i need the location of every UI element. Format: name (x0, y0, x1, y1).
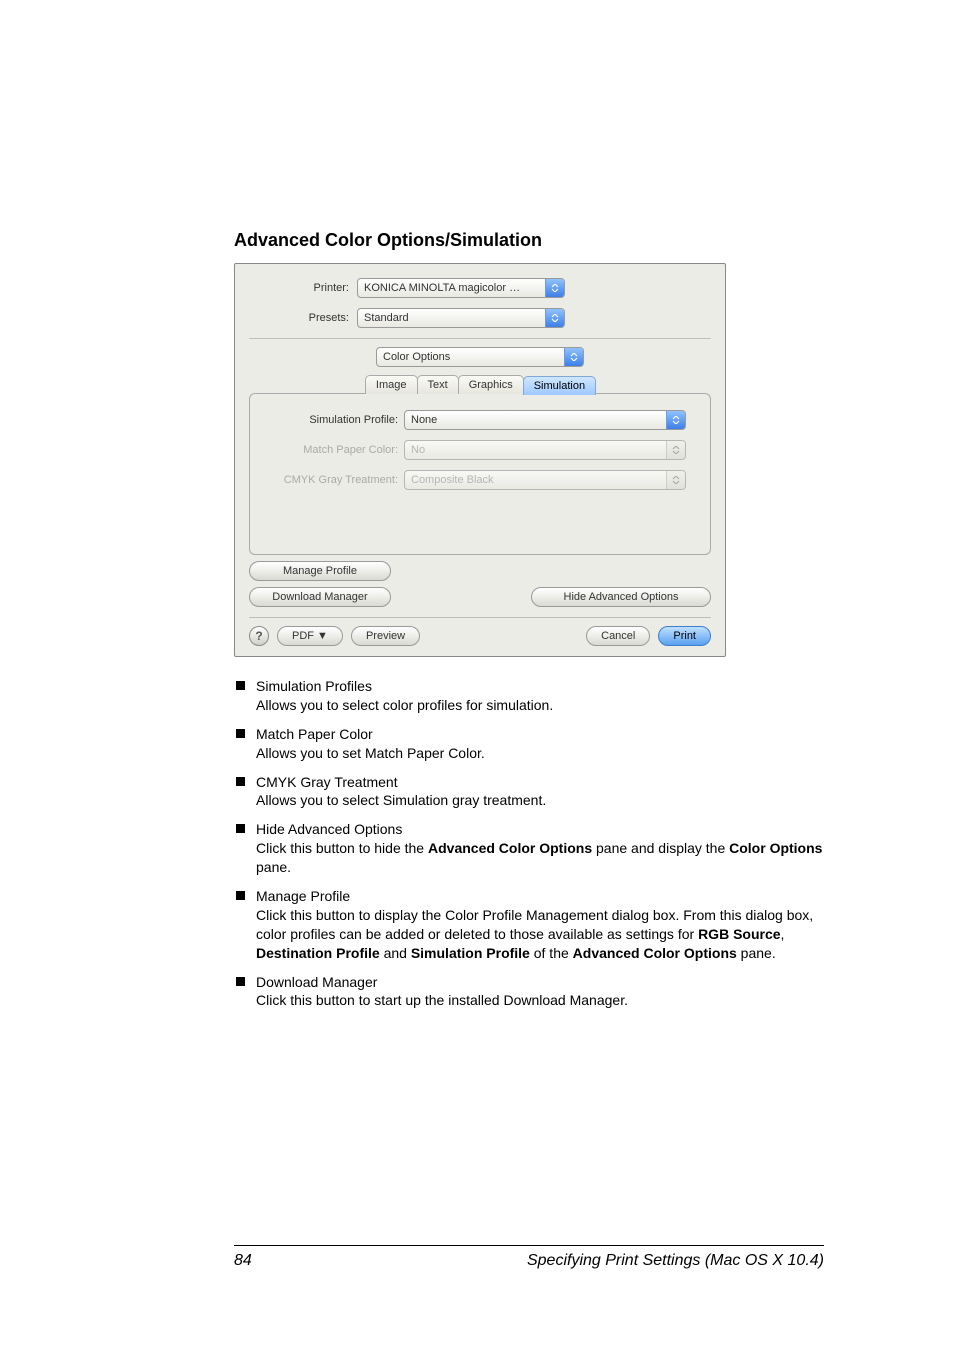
sim-profile-label: Simulation Profile: (274, 414, 404, 426)
manage-profile-button[interactable]: Manage Profile (249, 561, 391, 581)
divider (249, 617, 711, 618)
divider (249, 338, 711, 339)
chevron-updown-icon (545, 279, 564, 297)
bullet-title: Manage Profile (256, 887, 824, 906)
bullet-desc: Allows you to select color profiles for … (256, 696, 824, 715)
bullet-title: CMYK Gray Treatment (256, 773, 824, 792)
list-item: Simulation Profiles Allows you to select… (234, 677, 824, 715)
match-paper-select: No (404, 440, 686, 460)
footer-text: Specifying Print Settings (Mac OS X 10.4… (527, 1252, 824, 1270)
bullet-desc: Click this button to hide the Advanced C… (256, 839, 824, 877)
bullet-desc: Click this button to start up the instal… (256, 991, 824, 1010)
list-item: Download Manager Click this button to st… (234, 973, 824, 1011)
cmyk-gray-label: CMYK Gray Treatment: (274, 474, 404, 486)
tab-graphics[interactable]: Graphics (458, 375, 524, 394)
printer-select[interactable]: KONICA MINOLTA magicolor … (357, 278, 565, 298)
printer-select-value: KONICA MINOLTA magicolor … (358, 282, 545, 294)
bullet-title: Simulation Profiles (256, 677, 824, 696)
tab-strip: Image Text Graphics Simulation (249, 375, 711, 394)
help-button[interactable]: ? (249, 626, 269, 646)
presets-label: Presets: (249, 312, 357, 324)
list-item: Match Paper Color Allows you to set Matc… (234, 725, 824, 763)
tab-simulation[interactable]: Simulation (523, 376, 596, 395)
tab-text[interactable]: Text (417, 375, 459, 394)
cmyk-gray-select: Composite Black (404, 470, 686, 490)
print-dialog: Printer: KONICA MINOLTA magicolor … Pres… (234, 263, 726, 657)
bullet-title: Match Paper Color (256, 725, 824, 744)
print-button[interactable]: Print (658, 626, 711, 646)
bullet-title: Download Manager (256, 973, 824, 992)
bullet-desc: Allows you to select Simulation gray tre… (256, 791, 824, 810)
chevron-updown-icon (545, 309, 564, 327)
tab-pane-simulation: Simulation Profile: None Match Paper Col… (249, 393, 711, 555)
chevron-updown-icon (666, 411, 685, 429)
sim-profile-value: None (405, 414, 666, 426)
list-item: Manage Profile Click this button to disp… (234, 887, 824, 963)
preview-button[interactable]: Preview (351, 626, 420, 646)
page-number: 84 (234, 1252, 252, 1270)
bullet-desc: Allows you to set Match Paper Color. (256, 744, 824, 763)
presets-select-value: Standard (358, 312, 545, 324)
download-manager-button[interactable]: Download Manager (249, 587, 391, 607)
chevron-updown-icon (666, 441, 685, 459)
list-item: CMYK Gray Treatment Allows you to select… (234, 773, 824, 811)
pdf-menu-button[interactable]: PDF ▼ (277, 626, 343, 646)
bullet-list: Simulation Profiles Allows you to select… (234, 677, 824, 1010)
pane-select-value: Color Options (377, 351, 564, 363)
pane-select[interactable]: Color Options (376, 347, 584, 367)
match-paper-value: No (405, 444, 666, 456)
pdf-menu-label: PDF ▼ (292, 630, 328, 642)
tab-image[interactable]: Image (365, 375, 418, 394)
match-paper-label: Match Paper Color: (274, 444, 404, 456)
presets-select[interactable]: Standard (357, 308, 565, 328)
bullet-desc: Click this button to display the Color P… (256, 906, 824, 963)
sim-profile-select[interactable]: None (404, 410, 686, 430)
cmyk-gray-value: Composite Black (405, 474, 666, 486)
list-item: Hide Advanced Options Click this button … (234, 820, 824, 877)
cancel-button[interactable]: Cancel (586, 626, 650, 646)
chevron-updown-icon (564, 348, 583, 366)
hide-advanced-options-button[interactable]: Hide Advanced Options (531, 587, 711, 607)
printer-label: Printer: (249, 282, 357, 294)
section-heading: Advanced Color Options/Simulation (234, 230, 824, 251)
page-footer: 84 Specifying Print Settings (Mac OS X 1… (0, 1245, 954, 1270)
chevron-updown-icon (666, 471, 685, 489)
bullet-title: Hide Advanced Options (256, 820, 824, 839)
